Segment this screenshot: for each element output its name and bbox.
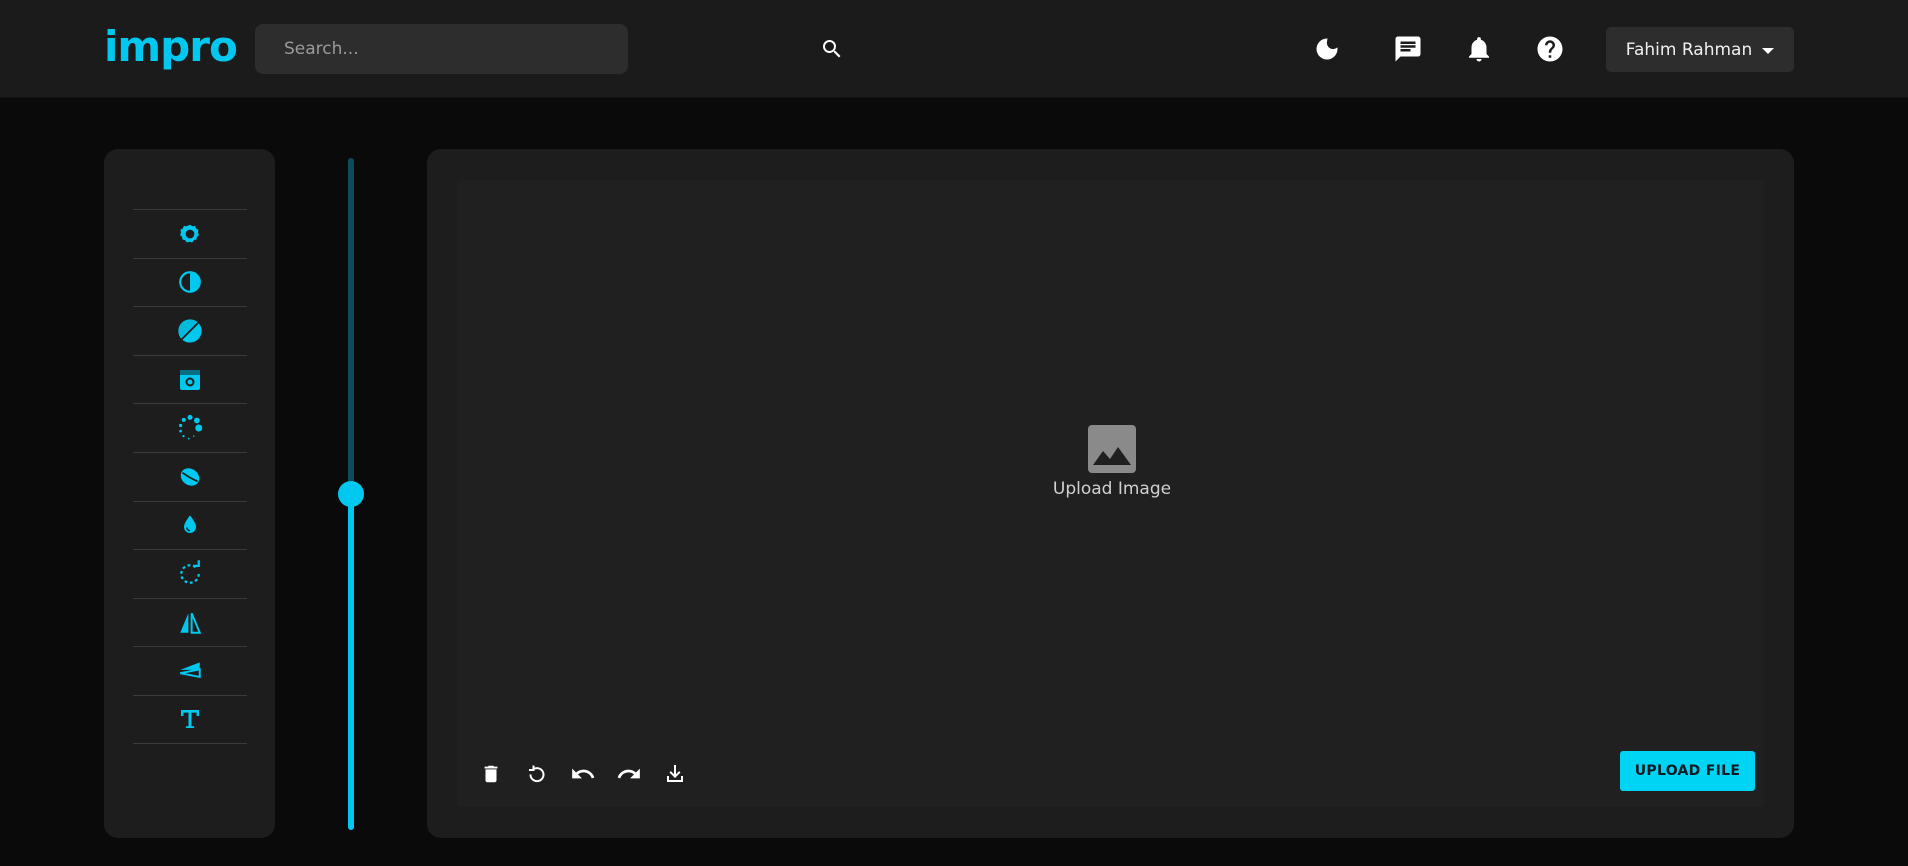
user-menu-button[interactable]: Fahim Rahman bbox=[1606, 27, 1794, 72]
hue-icon bbox=[180, 468, 200, 486]
saturation-icon bbox=[178, 319, 202, 343]
search-box bbox=[255, 24, 841, 74]
image-placeholder-icon bbox=[1088, 425, 1136, 473]
caret-down-icon bbox=[1762, 40, 1775, 60]
bell-icon[interactable] bbox=[1462, 32, 1496, 66]
reset-icon[interactable] bbox=[523, 760, 551, 788]
tool-flip-horizontal[interactable] bbox=[133, 597, 247, 647]
image-canvas[interactable]: Upload Image UPLOAD FILE bbox=[457, 180, 1764, 807]
tool-color-drop[interactable] bbox=[133, 500, 247, 550]
redo-icon[interactable] bbox=[615, 760, 643, 788]
flip-vertical-icon bbox=[180, 662, 201, 679]
search-icon[interactable] bbox=[815, 32, 849, 66]
top-bar: impro Fahim Rahman bbox=[0, 0, 1908, 98]
tool-saturation[interactable] bbox=[133, 306, 247, 355]
exposure-icon bbox=[180, 369, 200, 390]
user-name: Fahim Rahman bbox=[1625, 39, 1753, 60]
undo-icon[interactable] bbox=[569, 760, 597, 788]
editor-actions bbox=[477, 760, 689, 788]
search-input[interactable] bbox=[255, 24, 565, 74]
contrast-icon bbox=[179, 271, 201, 294]
tool-exposure[interactable] bbox=[133, 354, 247, 404]
tool-flip-vertical[interactable] bbox=[133, 646, 247, 695]
download-icon[interactable] bbox=[661, 760, 689, 788]
tool-contrast[interactable] bbox=[133, 257, 247, 307]
upload-image-area[interactable]: Upload Image bbox=[1037, 425, 1187, 515]
tool-brightness[interactable] bbox=[133, 209, 247, 258]
moon-icon[interactable] bbox=[1310, 32, 1344, 66]
brightness-icon bbox=[180, 224, 199, 243]
upload-file-button[interactable]: UPLOAD FILE bbox=[1620, 751, 1755, 791]
tool-blur[interactable] bbox=[133, 403, 247, 452]
editor-panel: Upload Image UPLOAD FILE bbox=[427, 149, 1794, 838]
slider-fill bbox=[348, 494, 354, 830]
app-logo[interactable]: impro bbox=[104, 22, 238, 71]
tool-text[interactable] bbox=[133, 694, 247, 744]
flip-horizontal-icon bbox=[180, 612, 202, 634]
blur-icon bbox=[179, 415, 203, 440]
tool-rotate[interactable] bbox=[133, 549, 247, 598]
adjustment-slider[interactable] bbox=[338, 158, 364, 830]
tool-list bbox=[133, 209, 247, 744]
help-icon[interactable] bbox=[1533, 32, 1567, 66]
chat-icon[interactable] bbox=[1391, 32, 1425, 66]
color-drop-icon bbox=[184, 515, 196, 534]
tool-panel bbox=[104, 149, 275, 838]
text-icon bbox=[181, 710, 199, 729]
tool-hue[interactable] bbox=[133, 451, 247, 501]
slider-thumb[interactable] bbox=[338, 481, 364, 507]
rotate-icon bbox=[180, 560, 200, 584]
delete-icon[interactable] bbox=[477, 760, 505, 788]
upload-image-label: Upload Image bbox=[1052, 479, 1172, 499]
